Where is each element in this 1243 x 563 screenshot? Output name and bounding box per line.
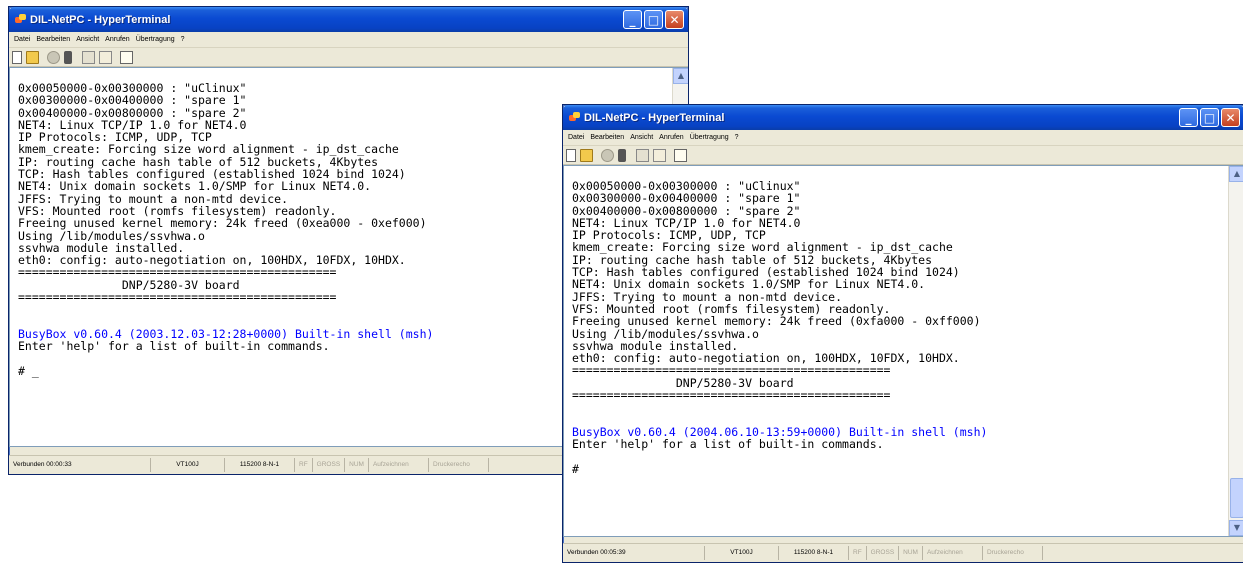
scrollbar-thumb[interactable] (1230, 478, 1243, 518)
menu-uebertragung[interactable]: Übertragung (133, 36, 178, 43)
status-print-echo: Druckerecho (429, 458, 489, 472)
menu-anrufen[interactable]: Anrufen (102, 36, 133, 43)
menu-anrufen[interactable]: Anrufen (656, 134, 687, 141)
menu-bearbeiten[interactable]: Bearbeiten (587, 134, 627, 141)
toolbar (563, 146, 1243, 165)
terminal-line: 0x00300000-0x00400000 : "spare 1" (18, 93, 247, 108)
disconnect-icon[interactable] (47, 50, 60, 64)
terminal-line: kmem_create: Forcing size word alignment… (18, 142, 399, 157)
status-capture: Aufzeichnen (369, 458, 429, 472)
hyperterminal-window-2[interactable]: DIL-NetPC - HyperTerminal _ □ ✕ Datei Be… (562, 104, 1243, 563)
dial-icon[interactable] (618, 148, 626, 162)
send-icon[interactable] (82, 50, 95, 64)
status-settings: 115200 8-N-1 (779, 546, 849, 560)
vertical-scrollbar[interactable]: ▲ ▼ (1228, 166, 1243, 536)
status-emulation: VT100J (705, 546, 779, 560)
terminal-line: kmem_create: Forcing size word alignment… (572, 240, 953, 255)
status-bar: Verbunden 00:05:39 VT100J 115200 8-N-1 R… (563, 543, 1243, 562)
open-icon[interactable] (580, 148, 593, 162)
status-connected: Verbunden 00:05:39 (563, 546, 705, 560)
status-rf: RF (295, 458, 313, 472)
menu-datei[interactable]: Datei (565, 134, 587, 141)
menu-help[interactable]: ? (732, 134, 742, 141)
terminal-line: ========================================… (572, 363, 891, 378)
terminal-line: NET4: Unix domain sockets 1.0/SMP for Li… (572, 277, 926, 292)
status-settings: 115200 8-N-1 (225, 458, 295, 472)
receive-icon[interactable] (99, 50, 112, 64)
menu-ansicht[interactable]: Ansicht (73, 36, 102, 43)
status-num: NUM (345, 458, 369, 472)
terminal-line: ========================================… (572, 388, 891, 403)
new-icon[interactable] (12, 50, 22, 64)
terminal-line: # _ (18, 363, 39, 378)
terminal-line: 0x00300000-0x00400000 : "spare 1" (572, 191, 801, 206)
close-button[interactable]: ✕ (665, 10, 684, 29)
terminal-line: Enter 'help' for a list of built-in comm… (572, 437, 884, 452)
terminal-line: ========================================… (18, 290, 337, 305)
status-capture: Aufzeichnen (923, 546, 983, 560)
receive-icon[interactable] (653, 148, 666, 162)
menu-uebertragung[interactable]: Übertragung (687, 134, 732, 141)
maximize-button[interactable]: □ (1200, 108, 1219, 127)
menu-bar: Datei Bearbeiten Ansicht Anrufen Übertra… (9, 32, 688, 48)
menu-bearbeiten[interactable]: Bearbeiten (33, 36, 73, 43)
terminal-line: NET4: Unix domain sockets 1.0/SMP for Li… (18, 179, 372, 194)
status-emulation: VT100J (151, 458, 225, 472)
menu-bar: Datei Bearbeiten Ansicht Anrufen Übertra… (563, 130, 1243, 146)
status-rf: RF (849, 546, 867, 560)
window-title: DIL-NetPC - HyperTerminal (584, 111, 725, 124)
open-icon[interactable] (26, 50, 39, 64)
minimize-button[interactable]: _ (623, 10, 642, 29)
dial-icon[interactable] (64, 50, 72, 64)
close-button[interactable]: ✕ (1221, 108, 1240, 127)
scroll-up-icon[interactable]: ▲ (673, 68, 688, 84)
hyperterminal-app-icon[interactable] (15, 14, 26, 25)
window-title: DIL-NetPC - HyperTerminal (30, 13, 171, 26)
terminal-line: Enter 'help' for a list of built-in comm… (18, 339, 330, 354)
terminal-output: 0x00050000-0x00300000 : "uClinux" 0x00300… (572, 180, 987, 475)
new-icon[interactable] (566, 148, 576, 162)
title-bar[interactable]: DIL-NetPC - HyperTerminal _ □ ✕ (563, 105, 1243, 130)
hyperterminal-app-icon[interactable] (569, 112, 580, 123)
scroll-up-icon[interactable]: ▲ (1229, 166, 1243, 182)
status-num: NUM (899, 546, 923, 560)
status-print-echo: Druckerecho (983, 546, 1043, 560)
status-gross: GROSS (867, 546, 900, 560)
terminal-output: 0x00050000-0x00300000 : "uClinux" 0x00300… (18, 82, 433, 377)
properties-icon[interactable] (120, 50, 133, 64)
terminal-line: Using /lib/modules/ssvhwa.o (572, 326, 759, 341)
properties-icon[interactable] (674, 148, 687, 162)
terminal-line: Using /lib/modules/ssvhwa.o (18, 228, 205, 243)
toolbar (9, 48, 688, 67)
maximize-button[interactable]: □ (644, 10, 663, 29)
terminal-line: Freeing unused kernel memory: 24k freed … (18, 216, 427, 231)
menu-help[interactable]: ? (178, 36, 188, 43)
menu-ansicht[interactable]: Ansicht (627, 134, 656, 141)
terminal-line: Freeing unused kernel memory: 24k freed … (572, 314, 981, 329)
disconnect-icon[interactable] (601, 148, 614, 162)
terminal-area[interactable]: 0x00050000-0x00300000 : "uClinux" 0x00300… (563, 165, 1243, 537)
menu-datei[interactable]: Datei (11, 36, 33, 43)
minimize-button[interactable]: _ (1179, 108, 1198, 127)
send-icon[interactable] (636, 148, 649, 162)
terminal-line: # (572, 461, 579, 476)
status-gross: GROSS (313, 458, 346, 472)
status-connected: Verbunden 00:00:33 (9, 458, 151, 472)
terminal-line: ========================================… (18, 265, 337, 280)
title-bar[interactable]: DIL-NetPC - HyperTerminal _ □ ✕ (9, 7, 688, 32)
scroll-down-icon[interactable]: ▼ (1229, 520, 1243, 536)
